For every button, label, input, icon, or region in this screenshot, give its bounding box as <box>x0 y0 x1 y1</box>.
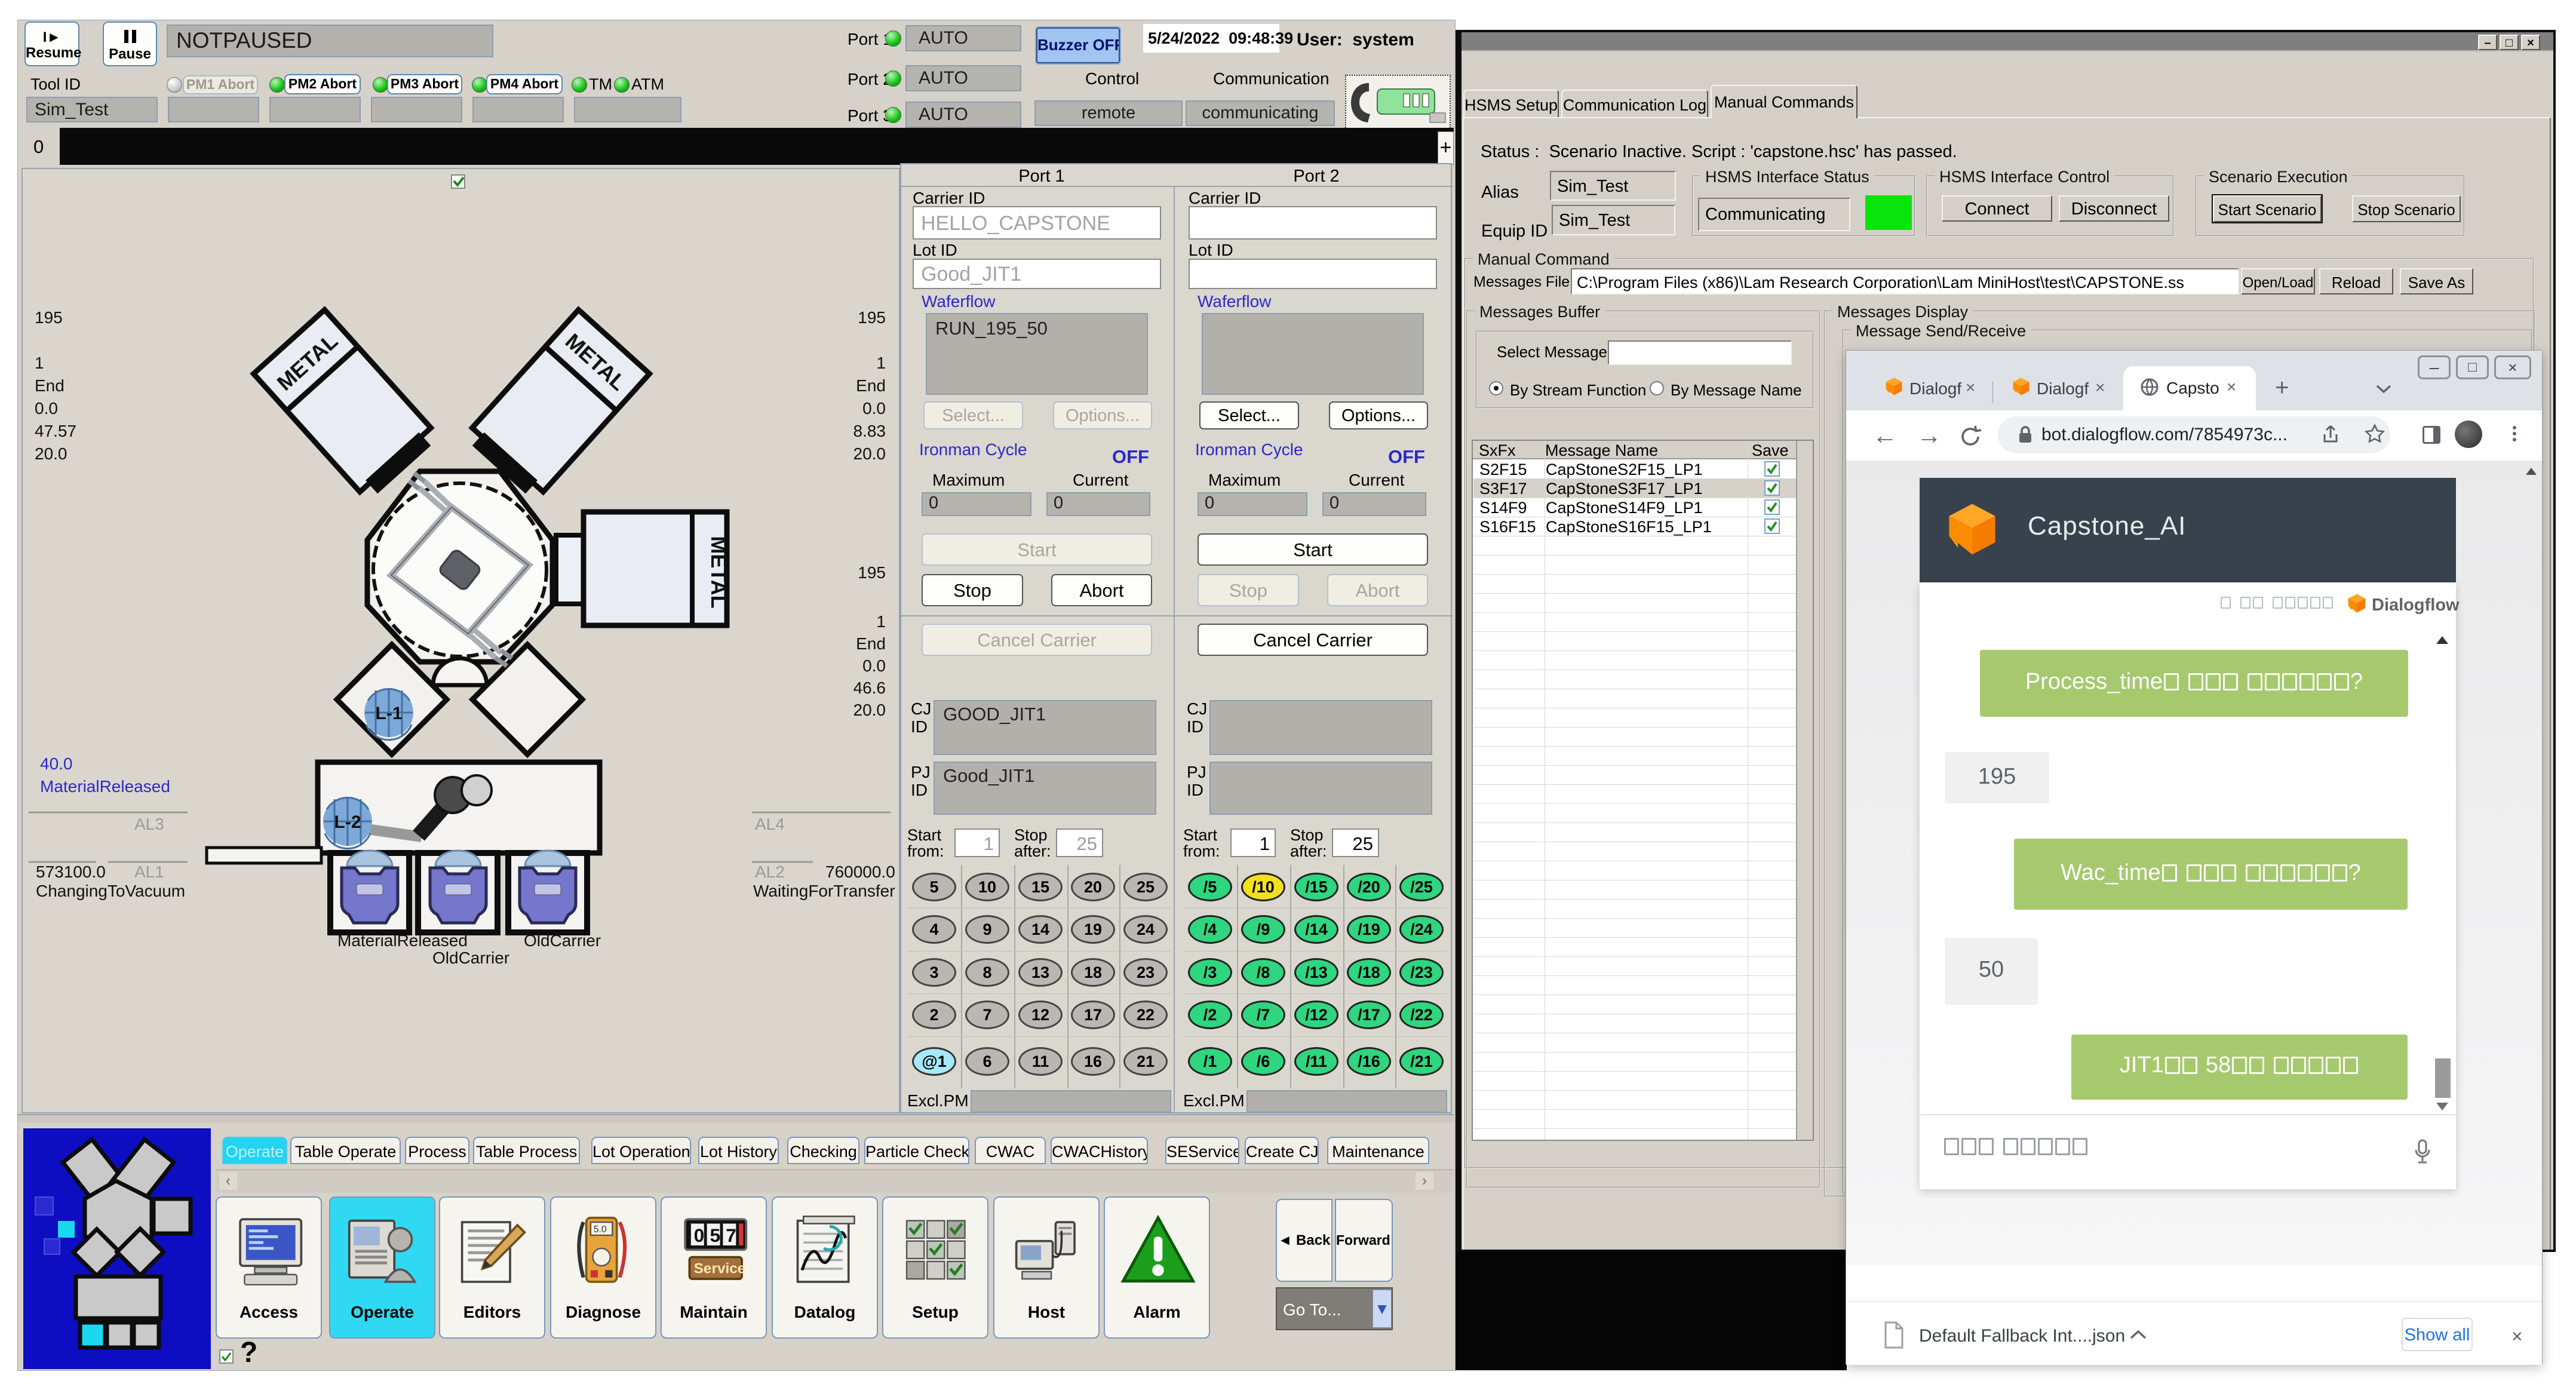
svg-text:MaterialReleased: MaterialReleased <box>40 777 170 796</box>
svg-text:573100.0: 573100.0 <box>36 863 106 881</box>
svg-text:AL1: AL1 <box>134 863 164 881</box>
svg-text:0.0: 0.0 <box>862 399 886 418</box>
svg-text:End: End <box>856 634 886 653</box>
svg-text:METAL: METAL <box>707 536 731 608</box>
svg-text:AL3: AL3 <box>134 815 164 833</box>
svg-text:AL4: AL4 <box>755 815 785 833</box>
svg-text:195: 195 <box>35 308 63 327</box>
svg-text:Service: Service <box>694 1260 746 1276</box>
svg-text:L-1: L-1 <box>376 704 403 723</box>
svg-text:1: 1 <box>876 612 886 631</box>
svg-text:20.0: 20.0 <box>853 701 886 719</box>
svg-text:195: 195 <box>858 308 886 327</box>
svg-text:0.0: 0.0 <box>862 656 886 675</box>
svg-text:1: 1 <box>35 354 44 372</box>
svg-text:46.6: 46.6 <box>853 679 886 697</box>
svg-text:WaitingForTransfer: WaitingForTransfer <box>753 882 895 900</box>
svg-text:40.0: 40.0 <box>40 754 73 773</box>
svg-text:47.57: 47.57 <box>35 422 76 440</box>
svg-text:End: End <box>35 376 65 395</box>
svg-text:MaterialReleased: MaterialReleased <box>337 931 468 950</box>
svg-text:End: End <box>856 376 886 395</box>
svg-text:OldCarrier: OldCarrier <box>524 931 601 950</box>
svg-text:L-2: L-2 <box>334 812 361 832</box>
svg-text:20.0: 20.0 <box>35 444 67 463</box>
svg-text:0.0: 0.0 <box>35 399 58 418</box>
svg-text:5.0: 5.0 <box>594 1225 607 1235</box>
svg-text:7: 7 <box>726 1225 736 1246</box>
svg-text:0: 0 <box>694 1225 705 1246</box>
svg-text:195: 195 <box>858 563 886 582</box>
svg-text:1: 1 <box>876 354 886 372</box>
svg-text:760000.0: 760000.0 <box>825 863 895 881</box>
svg-text:8.83: 8.83 <box>853 422 886 440</box>
svg-text:5: 5 <box>710 1225 720 1246</box>
svg-text:20.0: 20.0 <box>853 444 886 463</box>
svg-text:OldCarrier: OldCarrier <box>432 949 509 967</box>
svg-text:AL2: AL2 <box>755 863 785 881</box>
svg-text:ChangingToVacuum: ChangingToVacuum <box>36 882 185 900</box>
